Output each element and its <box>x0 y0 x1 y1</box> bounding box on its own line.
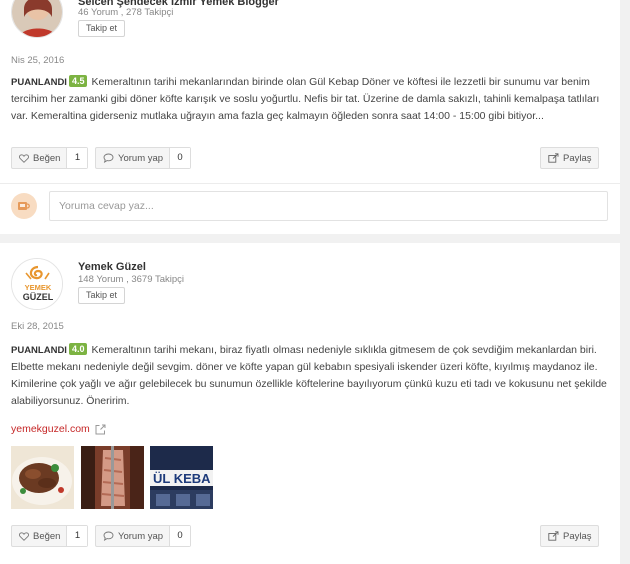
logo-text-top: YEMEK <box>25 283 52 292</box>
like-label: Beğen <box>33 152 61 164</box>
review-photo[interactable]: ÜL KEBA <box>150 446 213 509</box>
review-text-block: PUANLANDI 4.0 Kemeraltının tarihi mekanı, … <box>11 342 609 410</box>
current-user-avatar <box>11 193 37 219</box>
review-card: Selcen Şehdecek İzmir Yemek Blogger 46 Y… <box>0 0 620 234</box>
user-photo <box>12 0 62 37</box>
review-card: YEMEK GÜZEL Yemek Güzel 148 Yorum , 3679… <box>0 243 620 564</box>
comment-label: Yorum yap <box>118 530 164 542</box>
like-count: 1 <box>66 526 88 546</box>
follow-button[interactable]: Takip et <box>78 20 126 37</box>
share-button[interactable]: Paylaş <box>540 525 599 547</box>
share-label: Paylaş <box>563 152 592 164</box>
website-link[interactable]: yemekguzel.com <box>11 423 106 435</box>
review-date: Eki 28, 2015 <box>11 321 64 332</box>
coffee-cup-icon <box>18 202 30 210</box>
reply-input[interactable] <box>49 191 608 221</box>
comment-label: Yorum yap <box>118 152 164 164</box>
comment-button[interactable]: Yorum yap 0 <box>95 525 192 547</box>
comment-icon <box>103 531 114 541</box>
user-avatar[interactable]: YEMEK GÜZEL <box>11 258 63 310</box>
user-stats: 46 Yorum , 278 Takipçi <box>78 7 174 18</box>
comment-button[interactable]: Yorum yap 0 <box>95 147 192 169</box>
yemek-guzel-logo: YEMEK GÜZEL <box>12 259 62 309</box>
comment-icon <box>103 153 114 163</box>
website-link-text[interactable]: yemekguzel.com <box>11 423 90 435</box>
external-link-icon <box>95 424 106 434</box>
score-badge: 4.0 <box>68 343 88 355</box>
share-icon <box>548 153 559 163</box>
shop-sign-text: ÜL KEBA <box>153 471 211 486</box>
comment-count: 0 <box>169 526 191 546</box>
photo-kebab-plate <box>11 446 74 509</box>
share-icon <box>548 531 559 541</box>
share-button[interactable]: Paylaş <box>540 147 599 169</box>
photo-shop-sign: ÜL KEBA <box>150 446 213 509</box>
review-text-block: PUANLANDI 4.5 Kemeraltının tarihi mekanlar… <box>11 74 609 125</box>
follow-button[interactable]: Takip et <box>78 287 126 304</box>
like-button[interactable]: Beğen 1 <box>11 147 89 169</box>
rating-label: PUANLANDI <box>11 77 67 88</box>
divider <box>0 183 620 184</box>
review-text: Kemeraltının tarihi mekanı, biraz fiyatl… <box>11 344 607 407</box>
like-label: Beğen <box>33 530 61 542</box>
like-count: 1 <box>66 148 88 168</box>
like-button[interactable]: Beğen 1 <box>11 525 89 547</box>
rating-label: PUANLANDI <box>11 345 67 356</box>
user-name[interactable]: Yemek Güzel <box>78 261 146 273</box>
logo-text-bottom: GÜZEL <box>23 292 54 302</box>
heart-icon <box>19 153 29 163</box>
share-label: Paylaş <box>563 530 592 542</box>
review-text: Kemeraltının tarihi mekanlarından birind… <box>11 76 600 122</box>
review-date: Nis 25, 2016 <box>11 55 65 66</box>
comment-count: 0 <box>169 148 191 168</box>
user-avatar[interactable] <box>11 0 63 38</box>
review-photo[interactable] <box>11 446 74 509</box>
heart-icon <box>19 531 29 541</box>
score-badge: 4.5 <box>68 75 88 87</box>
user-stats: 148 Yorum , 3679 Takipçi <box>78 274 184 285</box>
photo-doner-spit <box>81 446 144 509</box>
review-photo[interactable] <box>81 446 144 509</box>
